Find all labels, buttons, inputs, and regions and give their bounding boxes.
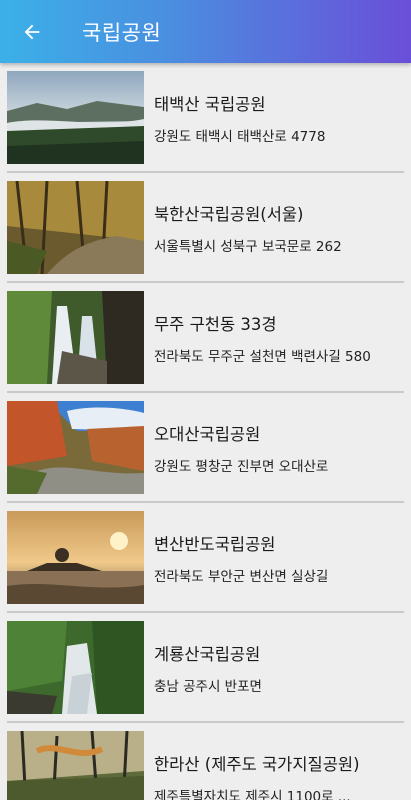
park-thumbnail (7, 621, 144, 714)
park-address: 제주특별자치도 제주시 1100로 ... (154, 789, 351, 800)
park-thumbnail (7, 511, 144, 604)
park-name: 한라산 (제주도 국가지질공원) (154, 755, 360, 774)
park-address: 전라북도 무주군 설천면 백련사길 580 (154, 349, 371, 365)
park-address: 충남 공주시 반포면 (154, 679, 262, 695)
park-thumbnail (7, 731, 144, 800)
list-item[interactable]: 오대산국립공원 강원도 평창군 진부면 오대산로 (0, 393, 411, 503)
list-item[interactable]: 북한산국립공원(서울) 서울특별시 성북구 보국문로 262 (0, 173, 411, 283)
app-bar: 국립공원 (0, 0, 411, 63)
park-thumbnail (7, 181, 144, 274)
list-item[interactable]: 태백산 국립공원 강원도 태백시 태백산로 4778 (0, 63, 411, 173)
arrow-left-icon (24, 24, 40, 39)
park-address: 강원도 평창군 진부면 오대산로 (154, 459, 329, 475)
park-address: 서울특별시 성북구 보국문로 262 (154, 239, 342, 255)
park-name: 계룡산국립공원 (154, 645, 261, 664)
park-thumbnail (7, 291, 144, 384)
park-name: 북한산국립공원(서울) (154, 205, 304, 224)
back-button[interactable] (0, 0, 64, 63)
park-name: 변산반도국립공원 (154, 535, 276, 554)
park-name: 태백산 국립공원 (154, 95, 266, 114)
park-thumbnail (7, 401, 144, 494)
park-name: 무주 구천동 33경 (154, 315, 277, 334)
park-name: 오대산국립공원 (154, 425, 261, 444)
list-item[interactable]: 무주 구천동 33경 전라북도 무주군 설천면 백련사길 580 (0, 283, 411, 393)
list-item[interactable]: 변산반도국립공원 전라북도 부안군 변산면 실상길 (0, 503, 411, 613)
park-list[interactable]: 태백산 국립공원 강원도 태백시 태백산로 4778 북한산국립공원(서울) 서… (0, 63, 411, 800)
park-address: 강원도 태백시 태백산로 4778 (154, 129, 326, 145)
list-item[interactable]: 한라산 (제주도 국가지질공원) 제주특별자치도 제주시 1100로 ... (0, 723, 411, 800)
park-thumbnail (7, 71, 144, 164)
list-item[interactable]: 계룡산국립공원 충남 공주시 반포면 (0, 613, 411, 723)
page-title: 국립공원 (82, 20, 162, 45)
park-address: 전라북도 부안군 변산면 실상길 (154, 569, 329, 585)
